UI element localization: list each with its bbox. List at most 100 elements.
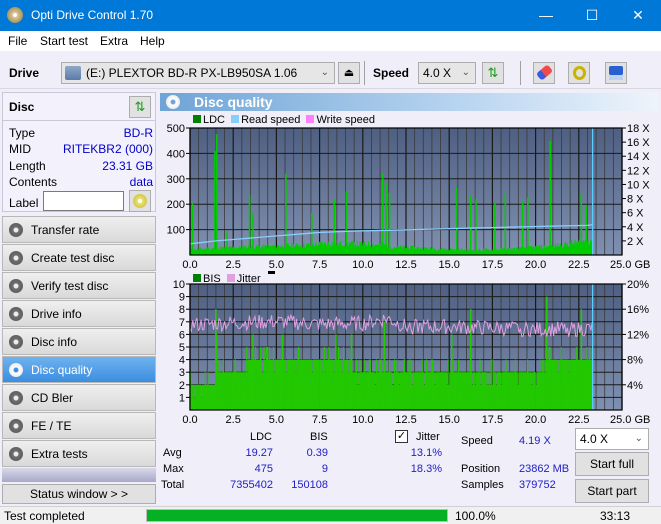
y-tick-label: 1 (179, 392, 185, 404)
ldc-col-header: LDC (250, 431, 273, 443)
label-input[interactable] (43, 191, 124, 211)
speed-value: 4.19 X (519, 435, 551, 447)
nav-drive-info[interactable]: Drive info (2, 300, 156, 327)
nav-extra-tests[interactable]: Extra tests (2, 440, 156, 467)
fe-te-icon (9, 419, 23, 433)
menu-bar: File Start test Extra Help (0, 31, 661, 51)
position-value: 23862 MB (519, 463, 570, 475)
chevron-down-icon: ⌄ (634, 433, 643, 444)
speed-label: Speed (461, 435, 493, 447)
app-disc-icon (7, 7, 23, 23)
disc-length-row: Length 23.31 GB (9, 159, 153, 175)
drive-value: (E:) PLEXTOR BD-R PX-LB950SA 1.06 (86, 66, 298, 80)
disc-contents-row: Contents data (9, 175, 153, 191)
erase-button[interactable] (533, 62, 555, 84)
toolbar-divider (364, 61, 365, 85)
nav-label: CD Bler (31, 391, 74, 405)
nav-label: Verify test disc (31, 279, 109, 293)
eject-button[interactable]: ⏏ (338, 62, 360, 84)
save-button[interactable] (605, 62, 627, 84)
position-label: Position (461, 463, 501, 475)
y-tick-label: 2 (179, 380, 185, 392)
nav-filler (2, 468, 156, 482)
progress-bar (146, 509, 448, 522)
y2-tick-label: 4% (627, 380, 643, 392)
settings-button[interactable] (568, 62, 590, 84)
drive-icon (65, 66, 81, 80)
x-tick-label: 12.5 (395, 414, 416, 426)
jitter-checkbox[interactable]: ✓ (395, 430, 408, 443)
avg-bis: 0.39 (306, 447, 328, 459)
left-panel: Disc ⇅ Type BD-R MID RITEKBR2 (000) Length… (0, 90, 158, 506)
menu-help[interactable]: Help (140, 34, 165, 48)
x-tick-label: 10.0 (352, 414, 373, 426)
disc-quality-icon (9, 363, 23, 377)
y-tick-label: 7 (179, 317, 185, 329)
refresh-icon: ⇅ (134, 99, 146, 114)
disc-icon (133, 194, 147, 208)
nav-fe-te[interactable]: FE / TE (2, 412, 156, 439)
title-bar: Opti Drive Control 1.70 — ☐ ✕ (0, 0, 661, 31)
disc-info-icon (9, 335, 23, 349)
status-bar: Test completed 100.0% 33:13 (0, 506, 661, 524)
y2-tick-label: 8% (627, 355, 643, 367)
total-ldc: 7355402 (230, 479, 273, 491)
transfer-rate-icon (9, 223, 23, 237)
data-spike (469, 309, 472, 410)
elapsed-time: 33:13 (599, 509, 630, 523)
menu-start-test[interactable]: Start test (40, 34, 88, 48)
refresh-button[interactable]: ⇅ (482, 62, 504, 84)
refresh-icon: ⇅ (487, 65, 499, 80)
drive-select[interactable]: (E:) PLEXTOR BD-R PX-LB950SA 1.06 ⌄ (61, 62, 335, 84)
status-window-button[interactable]: Status window > > (2, 484, 156, 504)
y-tick-label: 6 (179, 329, 185, 341)
nav-label: Disc quality (31, 363, 93, 377)
data-spike (252, 334, 254, 410)
progress-text: 100.0% (455, 509, 496, 523)
disc-mid-row: MID RITEKBR2 (000) (9, 142, 153, 158)
total-label: Total (161, 479, 185, 491)
data-spike (450, 334, 453, 410)
y2-tick-label: 20% (627, 279, 649, 291)
disc-value: data (129, 175, 153, 189)
disc-value: BD-R (123, 126, 153, 140)
window-title: Opti Drive Control 1.70 (31, 8, 154, 22)
data-spike (281, 334, 284, 410)
nav-label: Create test disc (31, 251, 115, 265)
nav-label: Disc info (31, 335, 78, 349)
test-speed-select[interactable]: 4.0 X ⌄ (575, 428, 649, 450)
y2-tick-label: 16% (627, 304, 649, 316)
y-tick-label: 5 (179, 342, 185, 354)
drive-label: Drive (9, 66, 40, 80)
drive-info-icon (9, 307, 23, 321)
eject-icon: ⏏ (343, 67, 355, 79)
total-bis: 150108 (291, 479, 328, 491)
nav-label: Drive info (31, 307, 82, 321)
menu-extra[interactable]: Extra (100, 34, 128, 48)
nav-verify-test-disc[interactable]: Verify test disc (2, 272, 156, 299)
start-full-button[interactable]: Start full (575, 452, 649, 476)
bis-chart: 10987654321 20% 16% 12% 8% 4% 0.0 2.5 5.0 7.5 10.0… (173, 279, 651, 426)
start-part-button[interactable]: Start part (575, 479, 649, 503)
extra-tests-icon (9, 447, 23, 461)
toolbar-divider (520, 61, 521, 85)
nav-disc-info[interactable]: Disc info (2, 328, 156, 355)
label-disc-button[interactable] (129, 190, 151, 212)
x-tick-label: 25.0 GB (610, 414, 650, 426)
nav-cd-bler[interactable]: CD Bler (2, 384, 156, 411)
close-button[interactable]: ✕ (615, 0, 661, 31)
minimize-button[interactable]: — (523, 0, 569, 31)
progress-fill (147, 510, 447, 521)
data-spike (580, 309, 583, 410)
nav-transfer-rate[interactable]: Transfer rate (2, 216, 156, 243)
maximize-button[interactable]: ☐ (569, 0, 615, 31)
y-tick-label: 8 (179, 304, 185, 316)
menu-file[interactable]: File (8, 34, 27, 48)
nav-disc-quality[interactable]: Disc quality (2, 356, 156, 383)
disc-key: Contents (9, 175, 58, 189)
label-key: Label (9, 196, 39, 210)
speed-select[interactable]: 4.0 X ⌄ (418, 62, 476, 84)
disc-refresh-button[interactable]: ⇅ (129, 96, 151, 118)
nav-create-test-disc[interactable]: Create test disc (2, 244, 156, 271)
x-tick-label: 17.5 (482, 414, 503, 426)
